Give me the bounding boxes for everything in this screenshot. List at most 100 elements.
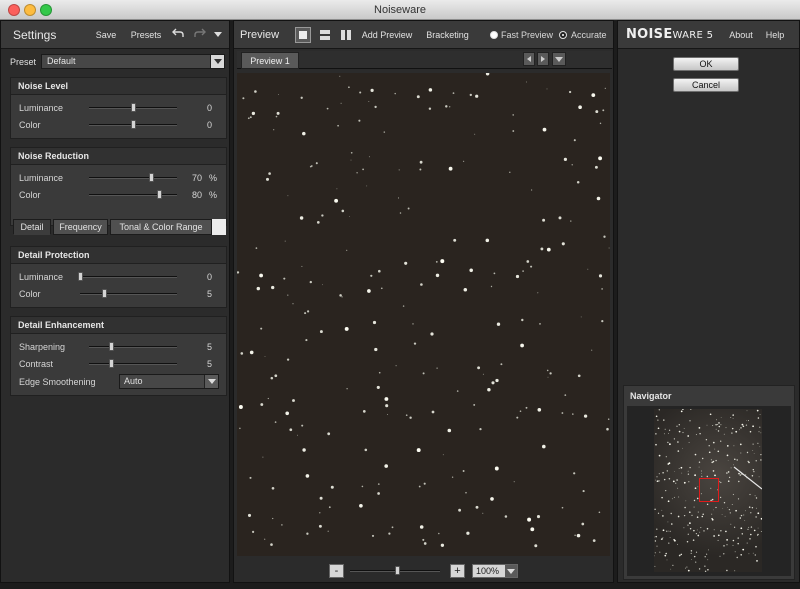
- star: [350, 159, 352, 161]
- star: [681, 472, 683, 474]
- star: [747, 528, 749, 530]
- star: [394, 92, 396, 95]
- detail-protection-luminance-slider[interactable]: [78, 272, 177, 281]
- noise-reduction-luminance-thumb[interactable]: [148, 173, 154, 182]
- noise-reduction-color-slider[interactable]: [89, 190, 177, 199]
- save-button[interactable]: Save: [91, 28, 121, 43]
- detail-protection-luminance-thumb[interactable]: [78, 272, 83, 281]
- zoom-out-button[interactable]: -: [329, 564, 344, 578]
- star: [687, 473, 690, 475]
- star: [656, 476, 658, 478]
- star: [339, 294, 342, 297]
- star: [319, 512, 321, 514]
- star: [387, 414, 388, 415]
- star: [442, 454, 444, 456]
- noise-level-luminance-thumb[interactable]: [131, 103, 136, 112]
- star: [747, 420, 750, 422]
- redo-icon[interactable]: [191, 28, 209, 43]
- settings-header: Settings Save Presets: [1, 21, 229, 49]
- zoom-in-button[interactable]: +: [450, 564, 465, 578]
- star: [469, 268, 473, 273]
- noise-level-color-thumb[interactable]: [131, 120, 136, 129]
- noise-reduction-color-thumb[interactable]: [157, 190, 163, 199]
- star: [760, 530, 762, 533]
- undo-icon[interactable]: [169, 28, 187, 43]
- star: [540, 247, 544, 251]
- noise-reduction-luminance-slider[interactable]: [89, 173, 177, 182]
- tab-frequency[interactable]: Frequency: [53, 219, 108, 235]
- add-preview-button[interactable]: Add Preview: [361, 28, 413, 43]
- star: [384, 397, 389, 401]
- detail-protection-color-thumb[interactable]: [102, 289, 108, 298]
- detail-protection-color-slider[interactable]: [80, 289, 177, 298]
- cancel-button[interactable]: Cancel: [673, 78, 739, 92]
- preview-1-tab[interactable]: Preview 1: [241, 52, 299, 69]
- preview-menu-icon[interactable]: [552, 52, 566, 66]
- star: [577, 374, 581, 378]
- next-preview-icon[interactable]: [537, 52, 549, 66]
- noise-level-color-slider[interactable]: [89, 120, 177, 129]
- detail-protection-color-row: Color 5: [19, 287, 219, 301]
- sharpening-thumb[interactable]: [109, 342, 114, 351]
- zoom-slider-thumb[interactable]: [394, 566, 400, 575]
- detail-protection-luminance-label: Luminance: [19, 272, 64, 282]
- contrast-thumb[interactable]: [109, 359, 114, 368]
- star: [719, 496, 722, 499]
- star: [306, 310, 310, 313]
- navigator-thumbnail[interactable]: [654, 409, 762, 572]
- star: [462, 160, 465, 162]
- star: [419, 168, 422, 171]
- star: [662, 537, 664, 539]
- zoom-slider[interactable]: [350, 566, 440, 575]
- fast-preview-radio[interactable]: [490, 31, 498, 39]
- sharpening-slider[interactable]: [89, 342, 177, 351]
- accurate-radio[interactable]: [559, 31, 567, 39]
- bracketing-button[interactable]: Bracketing: [425, 28, 470, 43]
- star: [391, 526, 394, 529]
- noise-reduction-luminance-row: Luminance 70 %: [19, 171, 219, 185]
- star: [276, 111, 280, 115]
- prev-preview-icon[interactable]: [523, 52, 535, 66]
- ok-button[interactable]: OK: [673, 57, 739, 71]
- star: [744, 520, 746, 522]
- close-window-button[interactable]: [8, 4, 20, 16]
- help-button[interactable]: Help: [762, 28, 788, 43]
- star: [374, 347, 378, 352]
- tab-tonal-color-range[interactable]: Tonal & Color Range: [110, 219, 212, 235]
- star: [657, 419, 659, 421]
- star: [445, 105, 448, 108]
- star: [718, 422, 720, 424]
- star: [465, 491, 467, 494]
- star: [740, 427, 742, 429]
- star: [759, 446, 761, 448]
- history-dropdown-icon[interactable]: [211, 28, 225, 43]
- split-horizontal-icon[interactable]: [317, 27, 333, 43]
- minimize-window-button[interactable]: [24, 4, 36, 16]
- presets-button[interactable]: Presets: [127, 28, 165, 43]
- star: [302, 448, 306, 452]
- contrast-slider[interactable]: [89, 359, 177, 368]
- navigator-viewport-box[interactable]: [699, 478, 719, 502]
- tab-detail[interactable]: Detail: [13, 219, 51, 235]
- star: [698, 568, 701, 570]
- zoom-select[interactable]: 100%: [472, 564, 518, 578]
- single-view-icon[interactable]: [295, 27, 311, 43]
- zoom-window-button[interactable]: [40, 4, 52, 16]
- preset-select[interactable]: Default: [41, 54, 225, 69]
- noise-level-luminance-slider[interactable]: [89, 103, 177, 112]
- contrast-value: 5: [206, 359, 212, 369]
- star: [694, 453, 697, 456]
- star: [542, 218, 546, 222]
- about-button[interactable]: About: [726, 28, 756, 43]
- preview-image[interactable]: [237, 73, 610, 556]
- star: [706, 553, 708, 555]
- star: [534, 544, 538, 548]
- star: [654, 508, 656, 511]
- edge-smoothening-select[interactable]: Auto: [119, 374, 219, 389]
- star: [712, 441, 715, 444]
- split-vertical-icon[interactable]: [338, 27, 354, 43]
- star: [684, 567, 687, 569]
- star: [384, 464, 388, 468]
- star: [301, 424, 304, 427]
- star: [737, 542, 739, 545]
